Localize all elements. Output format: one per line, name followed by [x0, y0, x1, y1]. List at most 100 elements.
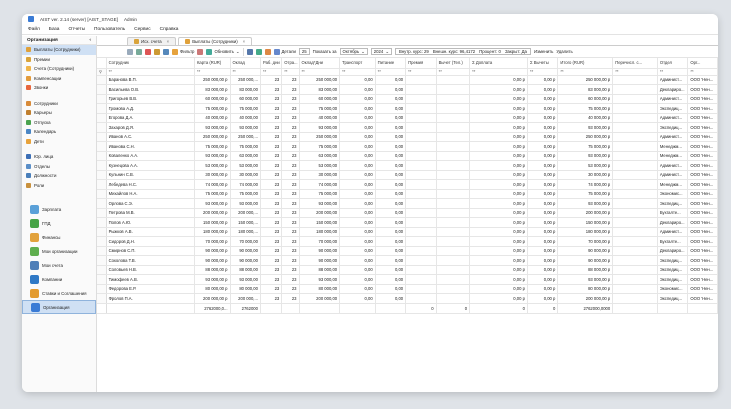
tools-icon[interactable]: [264, 48, 271, 55]
nav-back-icon[interactable]: [127, 48, 133, 55]
table-row[interactable]: Соколова Т.В. 90 000,00 р 90 000,00 23 23 90 …: [97, 255, 718, 266]
filter-funnel-icon[interactable]: ⚲: [97, 68, 107, 76]
column-header[interactable]: Оклад*Дни: [299, 58, 341, 69]
table-row[interactable]: Коваленко А.А. 93 000,00 р 63 000,00 23 23 63…: [97, 151, 718, 161]
menu-base[interactable]: База: [49, 27, 60, 32]
filter-cell[interactable]: **: [405, 68, 437, 76]
sidebar-item[interactable]: Премии: [22, 55, 96, 65]
menu-user[interactable]: Пользователь: [94, 27, 125, 32]
table-row[interactable]: Кузнецова А.А. 53 000,00 р 53 000,00 23 23 53…: [97, 160, 718, 171]
filter-cell[interactable]: **: [527, 68, 559, 76]
column-header[interactable]: Вычет (Тел.): [436, 58, 471, 69]
column-header[interactable]: Сотрудник: [106, 58, 195, 69]
sidebar-item[interactable]: Отделы: [22, 162, 96, 172]
table-row[interactable]: Орлова С.Э. 93 000,00 р 93 000,00 23 23 93 00…: [97, 198, 718, 209]
year-select[interactable]: 2024 ⌄: [370, 48, 392, 55]
column-header[interactable]: Σ Доплата: [469, 58, 528, 69]
tab[interactable]: Выплаты (Сотрудники) ×: [178, 37, 253, 45]
sidebar-module[interactable]: Ставки и Соглашения: [22, 286, 96, 300]
sidebar-item[interactable]: Выплаты (Сотрудники): [22, 45, 96, 55]
excel-icon[interactable]: [255, 48, 262, 55]
sidebar-module[interactable]: Финансы: [22, 230, 96, 244]
sidebar-item[interactable]: Карьеры: [22, 108, 96, 118]
delete-icon[interactable]: [145, 48, 151, 55]
sidebar-item[interactable]: Звонки: [22, 83, 96, 93]
sidebar-item[interactable]: Сотрудники: [22, 99, 96, 109]
filter-cell[interactable]: **: [557, 68, 614, 76]
edit-button[interactable]: Изменить: [534, 49, 553, 54]
sidebar-item[interactable]: Юр. лица: [22, 152, 96, 162]
page-size-field[interactable]: 25: [298, 48, 310, 55]
sidebar-module[interactable]: Мои организации: [22, 244, 96, 258]
column-header[interactable]: Σ Вычеты: [527, 58, 559, 69]
filter-cell[interactable]: **: [281, 68, 300, 76]
column-header[interactable]: Отра...: [281, 58, 300, 69]
tab[interactable]: Исх. счета ×: [127, 37, 177, 45]
clear-filter-icon[interactable]: [197, 48, 204, 55]
column-header[interactable]: Перечисл. с...: [612, 58, 658, 69]
table-row[interactable]: Захаров Д.Я. 93 000,00 р 93 000,00 23 23 93 0…: [97, 122, 718, 133]
column-header[interactable]: Питание: [375, 58, 407, 69]
filter-cell[interactable]: **: [106, 68, 195, 76]
month-select[interactable]: Октябрь ⌄: [339, 48, 368, 55]
table-row[interactable]: Тимофеев А.В. 93 000,00 р 93 000,00 23 23 93 …: [97, 274, 718, 285]
copy-icon[interactable]: [154, 48, 160, 55]
sidebar-item[interactable]: Дети: [22, 137, 96, 147]
export-icon[interactable]: [163, 48, 169, 55]
table-row[interactable]: Громова А.Д. 75 000,00 р 75 000,00 23 23 75 0…: [97, 103, 718, 114]
table-row[interactable]: Рыжков А.В. 180 000,00 р 180 000,... 23 23 18…: [97, 227, 718, 237]
table-row[interactable]: Васильева О.В. 83 000,00 р 83 000,00 23 23 83…: [97, 84, 718, 95]
sidebar-module[interactable]: Компании: [22, 272, 96, 286]
sidebar-item[interactable]: Должности: [22, 171, 96, 181]
table-row[interactable]: Федорова Е.Р. 80 000,00 р 80 000,00 23 23 80 …: [97, 284, 718, 294]
collapse-sidebar-icon[interactable]: ‹: [89, 38, 91, 43]
sidebar-item[interactable]: Отпуска: [22, 118, 96, 128]
sidebar-module[interactable]: Зарплата: [22, 202, 96, 216]
filter-cell[interactable]: **: [339, 68, 376, 76]
filter-cell[interactable]: **: [469, 68, 528, 76]
table-row[interactable]: Смирнов С.П. 90 000,00 р 90 000,00 23 23 90 0…: [97, 246, 718, 256]
filter-cell[interactable]: **: [612, 68, 658, 76]
table-row[interactable]: Григорьев В.В. 60 000,00 р 60 000,00 23 23 60…: [97, 94, 718, 104]
refresh-button[interactable]: Обновить ⌄: [206, 48, 240, 55]
table-row[interactable]: Лебедева Н.С. 74 000,00 р 74 000,00 23 23 74 …: [97, 179, 718, 190]
column-header[interactable]: Карта (RUR): [194, 58, 231, 69]
filter-cell[interactable]: **: [299, 68, 341, 76]
menu-service[interactable]: Сервис: [134, 27, 150, 32]
filter-button[interactable]: Фильтр: [172, 48, 194, 55]
filter-cell[interactable]: **: [687, 68, 718, 76]
table-row[interactable]: Попов А.Ю. 150 000,00 р 150 000,... 23 23 150…: [97, 217, 718, 228]
table-row[interactable]: Соловьев Н.В. 88 000,00 р 88 000,00 23 23 88 …: [97, 265, 718, 275]
table-row[interactable]: Кульнин С.В. 30 000,00 р 30 000,00 23 23 30 0…: [97, 170, 718, 180]
table-row[interactable]: Фролов П.А. 200 000,00 р 200 000,... 23 23 20…: [97, 293, 718, 304]
column-header[interactable]: Раб. дни: [260, 58, 283, 69]
table-row[interactable]: Иванов А.С. 250 000,00 р 250 000,... 23 23 25…: [97, 132, 718, 142]
sidebar-module[interactable]: Организация: [22, 300, 96, 314]
column-header[interactable]: Оклад: [230, 58, 261, 69]
details-button[interactable]: Детали: [273, 48, 296, 55]
close-icon[interactable]: ×: [167, 39, 170, 44]
menu-reports[interactable]: Отчеты: [68, 27, 85, 32]
table-row[interactable]: Петрова М.В. 200 000,00 р 200 000,... 23 23 2…: [97, 208, 718, 218]
column-header[interactable]: Итого (RUR): [557, 58, 614, 69]
close-icon[interactable]: ×: [243, 39, 246, 44]
print-icon[interactable]: [246, 48, 253, 55]
column-header[interactable]: Орг...: [687, 58, 718, 69]
table-row[interactable]: Сидоров Д.Н. 70 000,00 р 70 000,00 23 23 70 0…: [97, 236, 718, 247]
table-row[interactable]: Иванова С.Н. 75 000,00 р 75 000,00 23 23 75 0…: [97, 141, 718, 152]
table-row[interactable]: Егорова Д.А. 40 000,00 р 40 000,00 23 23 40 0…: [97, 113, 718, 123]
sidebar-item[interactable]: Счета (Сотрудники): [22, 64, 96, 74]
column-header[interactable]: Премия: [405, 58, 437, 69]
filter-cell[interactable]: **: [194, 68, 231, 76]
delete-button[interactable]: Удалить: [556, 49, 572, 54]
sidebar-item[interactable]: Календарь: [22, 127, 96, 137]
filter-cell[interactable]: **: [436, 68, 471, 76]
filter-cell[interactable]: **: [657, 68, 689, 76]
sidebar-item[interactable]: Компенсации: [22, 74, 96, 84]
filter-cell[interactable]: **: [375, 68, 407, 76]
sidebar-module[interactable]: Мои счета: [22, 258, 96, 272]
add-icon[interactable]: [136, 48, 142, 55]
filter-cell[interactable]: **: [260, 68, 283, 76]
menu-file[interactable]: Файл: [28, 27, 40, 32]
table-row[interactable]: Баранова В.П. 250 000,00 р 250 000,... 23 23…: [97, 75, 718, 85]
